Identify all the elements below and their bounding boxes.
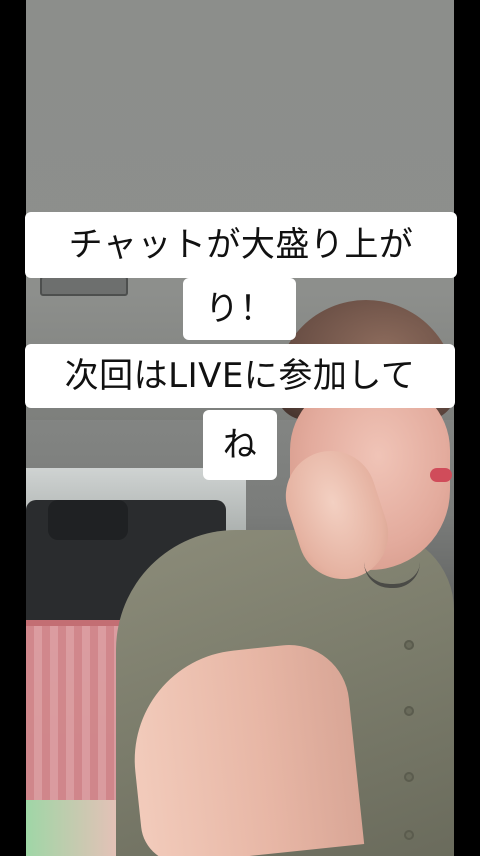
shirt-buttons [404, 640, 414, 840]
shirt-button [404, 772, 414, 782]
mouth [430, 468, 452, 482]
video-image [26, 0, 454, 856]
person [116, 300, 454, 856]
video-frame: チャットが大盛り上が り！ 次回はLIVEに参加して ね [0, 0, 480, 856]
shirt-button [404, 706, 414, 716]
ceiling-vent [40, 276, 128, 296]
shirt-button [404, 830, 414, 840]
shirt-button [404, 640, 414, 650]
